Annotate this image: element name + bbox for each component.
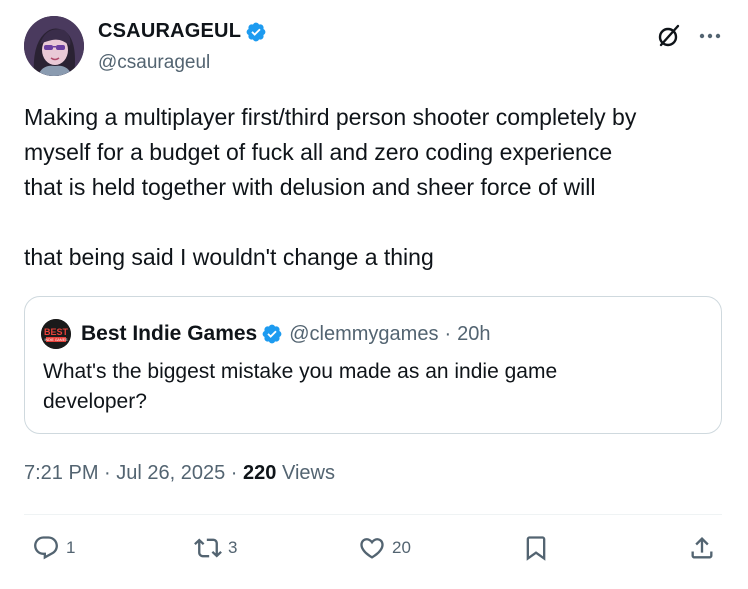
tweet-time[interactable]: 7:21 PM — [24, 462, 98, 485]
reply-count: 1 — [66, 538, 76, 557]
best-indie-games-logo-icon: BEST INDIE GAMES — [41, 319, 71, 349]
like-count: 20 — [392, 538, 411, 557]
logo-subtext: INDIE GAMES — [45, 338, 69, 342]
verified-badge-icon[interactable] — [245, 21, 267, 43]
views-label: Views — [276, 462, 335, 484]
meta-separator: · — [225, 462, 244, 484]
tweet-text: Making a multiplayer first/third person … — [24, 100, 734, 275]
tweet-text-line: myself for a budget of fuck all and zero… — [24, 139, 613, 165]
tweet-date[interactable]: Jul 26, 2025 — [116, 462, 225, 485]
grok-icon[interactable] — [656, 23, 682, 49]
author-avatar[interactable] — [24, 16, 84, 76]
bookmark-button[interactable] — [522, 534, 550, 562]
share-icon — [691, 537, 713, 559]
quoted-author-logo[interactable]: BEST INDIE GAMES — [41, 319, 71, 349]
quoted-display-name[interactable]: Best Indie Games — [81, 322, 257, 346]
avatar-illustration — [24, 16, 84, 76]
reply-button[interactable]: 1 — [32, 534, 75, 562]
heart-icon — [360, 538, 384, 559]
tweet-text-line: that is held together with delusion and … — [24, 174, 596, 200]
tweet-text-line: Making a multiplayer first/third person … — [24, 104, 637, 130]
tweet-text-line: that being said I wouldn't change a thin… — [24, 244, 434, 270]
repost-button[interactable]: 3 — [194, 534, 237, 562]
bookmark-icon — [526, 536, 546, 561]
share-button[interactable] — [688, 534, 716, 562]
verified-badge-icon — [262, 324, 282, 344]
logo-text: BEST — [44, 327, 69, 337]
tweet-header: CSAURAGEUL @csaurageul — [24, 16, 724, 78]
reply-icon — [34, 536, 58, 560]
meta-separator: · — [98, 462, 117, 484]
more-options-icon[interactable] — [696, 22, 724, 50]
repost-icon — [194, 538, 222, 558]
author-handle[interactable]: @csaurageul — [98, 52, 210, 74]
like-button[interactable]: 20 — [358, 534, 411, 562]
quoted-separator: · — [444, 322, 452, 345]
action-bar: 1 3 20 — [24, 534, 722, 574]
tweet-meta: 7:21 PM · Jul 26, 2025 · 220 Views — [24, 462, 335, 485]
repost-count: 3 — [228, 538, 238, 557]
divider — [24, 514, 722, 515]
views-count: 220 — [243, 462, 277, 484]
quoted-text: What's the biggest mistake you made as a… — [43, 360, 558, 413]
author-display-name[interactable]: CSAURAGEUL — [98, 20, 241, 43]
quoted-time[interactable]: 20h — [457, 323, 490, 346]
quoted-handle[interactable]: @clemmygames — [289, 323, 438, 346]
quoted-tweet[interactable]: BEST INDIE GAMES Best Indie Games @clemm… — [24, 296, 722, 434]
